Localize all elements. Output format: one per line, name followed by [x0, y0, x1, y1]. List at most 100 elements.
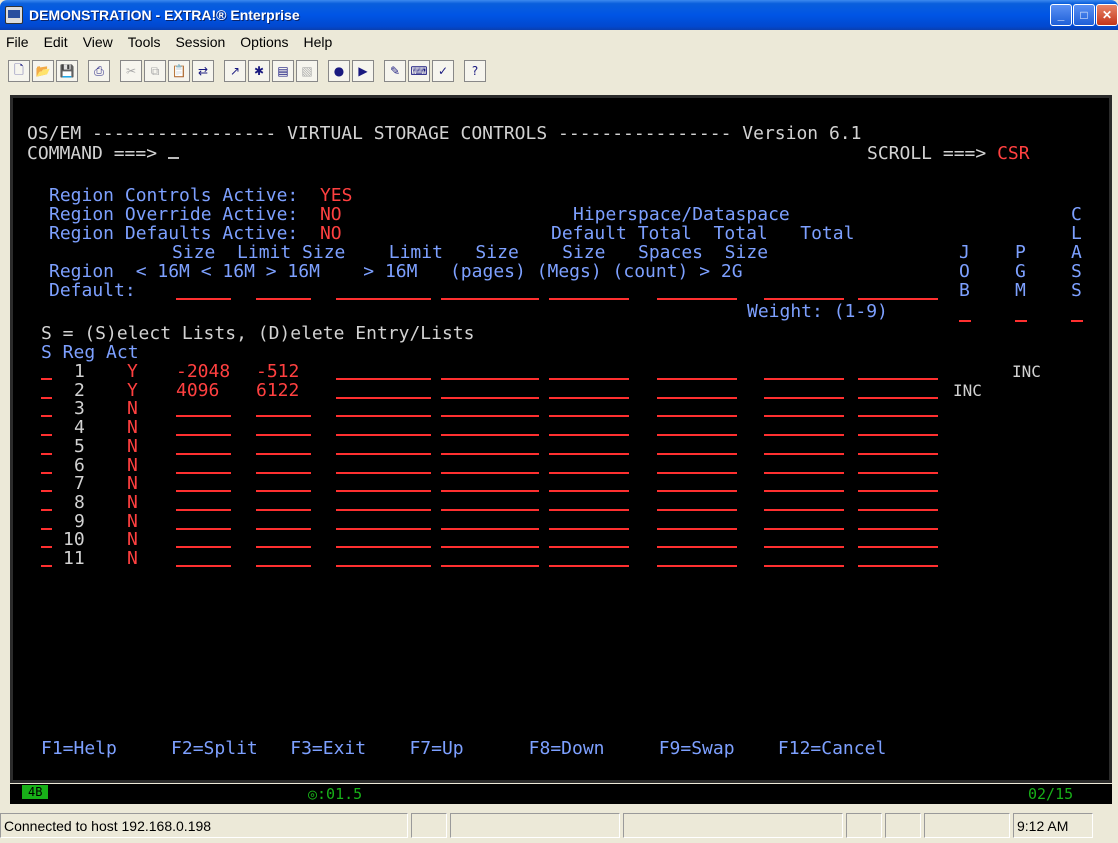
- minimize-button[interactable]: _: [1050, 4, 1072, 26]
- row-input-field[interactable]: [336, 471, 431, 474]
- row-input-field[interactable]: [176, 415, 231, 418]
- row-input-field[interactable]: [549, 527, 629, 530]
- row-input-field[interactable]: [764, 471, 844, 474]
- menu-session[interactable]: Session: [175, 34, 225, 50]
- default-size-gt2g-field[interactable]: [858, 298, 938, 300]
- row-active-field[interactable]: N: [127, 474, 138, 493]
- row-input-field[interactable]: [176, 452, 231, 455]
- row-pgm-inc[interactable]: INC: [1012, 362, 1041, 381]
- row-active-field[interactable]: N: [127, 530, 138, 549]
- row-job-inc[interactable]: INC: [953, 381, 982, 400]
- row-input-field[interactable]: [549, 565, 629, 567]
- row-input-field[interactable]: [858, 434, 938, 437]
- row-size-lt16-value[interactable]: 4096: [176, 381, 219, 400]
- row-select-field[interactable]: [41, 565, 52, 567]
- row-input-field[interactable]: [336, 452, 431, 455]
- row-input-field[interactable]: [858, 527, 938, 530]
- row-active-field[interactable]: N: [127, 493, 138, 512]
- row-active-field[interactable]: N: [127, 418, 138, 437]
- save-icon[interactable]: 💾: [56, 60, 78, 82]
- row-input-field[interactable]: [764, 565, 844, 567]
- row-input-field[interactable]: [764, 490, 844, 493]
- row-active-field[interactable]: N: [127, 512, 138, 531]
- row-input-field[interactable]: [176, 527, 231, 530]
- row-input-field[interactable]: [858, 471, 938, 474]
- row-active-field[interactable]: Y: [127, 381, 138, 400]
- row-input-field[interactable]: [441, 508, 539, 511]
- row-input-field[interactable]: [256, 452, 311, 455]
- row-input-field[interactable]: [176, 434, 231, 437]
- row-size-lt16-value[interactable]: -2048: [176, 362, 230, 381]
- keyboard-icon[interactable]: ⌨: [408, 60, 430, 82]
- terminal-screen[interactable]: OS/EM ----------------- VIRTUAL STORAGE …: [27, 124, 1107, 764]
- tools-icon[interactable]: ✱: [248, 60, 270, 82]
- row-select-field[interactable]: [41, 434, 52, 437]
- menu-options[interactable]: Options: [240, 34, 288, 50]
- weight-class-field[interactable]: [1071, 320, 1083, 322]
- hotspot-icon[interactable]: ✓: [432, 60, 454, 82]
- row-input-field[interactable]: [549, 415, 629, 418]
- open-icon[interactable]: 📂: [32, 60, 54, 82]
- send-icon[interactable]: ↗: [224, 60, 246, 82]
- row-input-field[interactable]: [549, 396, 629, 399]
- row-input-field[interactable]: [549, 546, 629, 549]
- row-input-field[interactable]: [764, 546, 844, 549]
- macro-icon[interactable]: ▤: [272, 60, 294, 82]
- row-active-field[interactable]: N: [127, 399, 138, 418]
- row-active-field[interactable]: N: [127, 549, 138, 568]
- pf-key-line[interactable]: F1=Help F2=Split F3=Exit F7=Up F8=Down F…: [41, 739, 886, 758]
- row-input-field[interactable]: [441, 452, 539, 455]
- row-input-field[interactable]: [256, 490, 311, 493]
- row-input-field[interactable]: [441, 378, 539, 380]
- row-input-field[interactable]: [657, 490, 737, 493]
- help-pointer-icon[interactable]: ?: [464, 60, 486, 82]
- default-hiper-total-field[interactable]: [657, 298, 737, 300]
- row-input-field[interactable]: [764, 378, 844, 380]
- row-input-field[interactable]: [441, 396, 539, 399]
- row-input-field[interactable]: [549, 490, 629, 493]
- default-size-gt16-field[interactable]: [336, 298, 431, 300]
- app-icon[interactable]: [5, 6, 23, 24]
- row-input-field[interactable]: [764, 508, 844, 511]
- default-limit-gt16-field[interactable]: [441, 298, 539, 300]
- row-select-field[interactable]: [41, 378, 52, 380]
- row-select-field[interactable]: [41, 471, 52, 474]
- cut-icon[interactable]: ✂: [120, 60, 142, 82]
- row-input-field[interactable]: [858, 415, 938, 418]
- row-input-field[interactable]: [256, 565, 311, 567]
- row-input-field[interactable]: [441, 546, 539, 549]
- row-input-field[interactable]: [858, 546, 938, 549]
- menu-tools[interactable]: Tools: [128, 34, 161, 50]
- row-select-field[interactable]: [41, 490, 52, 493]
- row-input-field[interactable]: [549, 434, 629, 437]
- row-input-field[interactable]: [657, 396, 737, 399]
- row-select-field[interactable]: [41, 508, 52, 511]
- row-input-field[interactable]: [441, 415, 539, 418]
- row-input-field[interactable]: [858, 565, 938, 567]
- row-input-field[interactable]: [336, 527, 431, 530]
- row-input-field[interactable]: [858, 396, 938, 399]
- row-input-field[interactable]: [657, 527, 737, 530]
- default-limit-lt16-field[interactable]: [256, 298, 311, 300]
- row-active-field[interactable]: N: [127, 437, 138, 456]
- default-hiper-size-field[interactable]: [549, 298, 629, 300]
- row-input-field[interactable]: [176, 471, 231, 474]
- row-input-field[interactable]: [336, 546, 431, 549]
- row-active-field[interactable]: Y: [127, 362, 138, 381]
- row-input-field[interactable]: [858, 452, 938, 455]
- row-input-field[interactable]: [441, 434, 539, 437]
- row-input-field[interactable]: [858, 490, 938, 493]
- row-input-field[interactable]: [549, 508, 629, 511]
- new-icon[interactable]: 🗋: [8, 60, 30, 82]
- row-input-field[interactable]: [336, 565, 431, 567]
- row-input-field[interactable]: [549, 452, 629, 455]
- row-input-field[interactable]: [549, 471, 629, 474]
- row-input-field[interactable]: [764, 396, 844, 399]
- row-select-field[interactable]: [41, 452, 52, 455]
- title-bar[interactable]: DEMONSTRATION - EXTRA!® Enterprise _ □ ✕: [0, 0, 1118, 30]
- play-icon[interactable]: ▶: [352, 60, 374, 82]
- row-input-field[interactable]: [657, 452, 737, 455]
- record-icon[interactable]: ●: [328, 60, 350, 82]
- row-input-field[interactable]: [764, 452, 844, 455]
- row-input-field[interactable]: [441, 527, 539, 530]
